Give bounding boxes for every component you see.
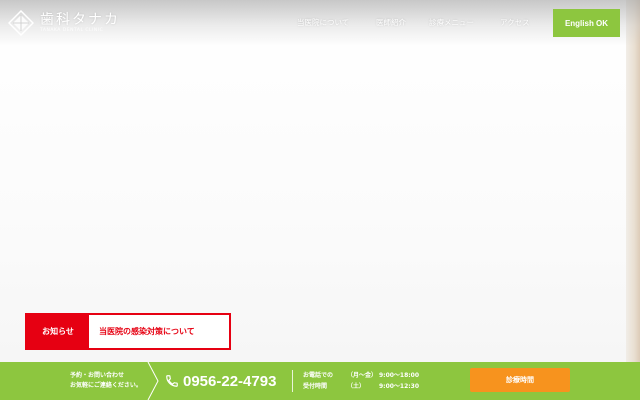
hours-time: 9:00〜18:00 [379,372,420,379]
nav-treatment-menu[interactable]: 診療メニュー [429,14,489,32]
notice-label: お知らせ [27,315,89,348]
header: 歯科タナカ TANAKA DENTAL CLINIC 当医院について 医師紹介 … [0,0,640,46]
hours-row: 受付時間 （土） 9:00〜12:30 [303,381,419,392]
hours-time: 9:00〜12:30 [379,383,420,390]
notice-banner[interactable]: お知らせ 当医院の感染対策について [25,313,231,350]
logo-link[interactable]: 歯科タナカ TANAKA DENTAL CLINIC [7,7,128,39]
phone-link[interactable]: 0956-22-4793 [165,371,276,391]
hours-key: 受付時間 [303,383,328,390]
reserve-line-2: お気軽にご連絡ください。 [70,382,142,389]
logo-name: 歯科タナカ [40,12,120,28]
nav-about[interactable]: 当医院について [297,14,367,32]
hours-days: （月〜金） [347,372,378,379]
hours-row: お電話での （月〜金） 9:00〜18:00 [303,370,419,381]
hours-days: （土） [347,383,366,390]
schedule-button[interactable]: 診療時間 [470,368,570,392]
chevron-right-icon [146,361,160,401]
logo-subtitle: TANAKA DENTAL CLINIC [40,28,104,33]
nav-access[interactable]: アクセス [500,14,540,32]
nav-doctors[interactable]: 医師紹介 [376,14,426,32]
logo-text: 歯科タナカ TANAKA DENTAL CLINIC [40,12,120,34]
reception-hours: お電話での （月〜金） 9:00〜18:00 受付時間 （土） 9:00〜12:… [303,370,419,392]
hero-image-edge [626,0,640,362]
notice-link-text: 当医院の感染対策について [99,327,195,336]
phone-number: 0956-22-4793 [183,372,277,390]
logo-mark-icon [7,9,35,37]
english-ok-button[interactable]: English OK [553,9,620,37]
phone-icon [165,374,179,388]
reserve-line-1: 予約・お問い合わせ [70,372,125,379]
reserve-text: 予約・お問い合わせ お気軽にご連絡ください。 [70,371,150,391]
hours-key: お電話での [303,372,334,379]
divider [292,370,293,392]
hero-image [0,0,640,362]
